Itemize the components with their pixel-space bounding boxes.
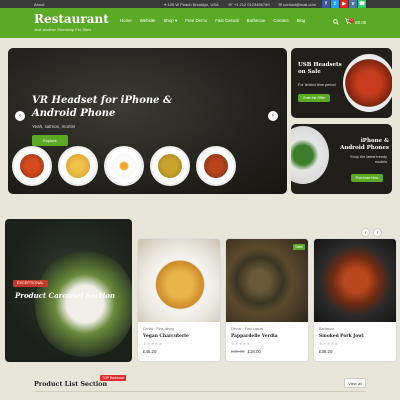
promo-purchase-button[interactable]: Purchase Now [351,174,383,182]
nav-item-website[interactable]: Website [140,18,156,24]
product-category: Dinner · Fast casual [231,327,264,331]
product-price: £28.00 £18.00 [231,349,261,354]
product-card[interactable]: Barbecue Smoked Pork Jowl ★★★★★ £38.20 [313,238,397,362]
nav-item-fast-casual[interactable]: Fast Casual [215,18,238,24]
nav-item-shop-label: Shop [163,18,174,23]
product-image [226,239,308,322]
cart-count-badge: 0 [349,18,354,23]
product-price-current: £18.00 [247,349,261,354]
address-text: 100 W Peach Brooklyn, USA [167,1,219,7]
cart-total: £0.00 [355,20,367,25]
search-icon[interactable] [333,18,339,25]
top-contacts: ⌖ 100 W Peach Brooklyn, USA ☏ +1 212 012… [164,2,316,7]
product-price-current: £45.20 [143,349,157,354]
promo-title: iPhone & Android Phones [340,138,389,151]
site-tagline: Just another Storeship Pro Sites [34,27,92,32]
whatsapp-icon[interactable]: ☎ [358,0,366,8]
hero-subtitle: Yeah, salmon, mortis! [32,124,76,129]
cart-button[interactable]: 0 £0.00 [345,18,366,25]
product-price-old: £28.00 [231,349,245,354]
product-image [314,239,396,322]
product-image [138,239,220,322]
carousel-section-title: Product Carousel Section [15,291,116,300]
twitter-icon[interactable]: t [331,0,339,8]
address-item: ⌖ 100 W Peach Brooklyn, USA [164,2,219,7]
promo-banner-phones[interactable]: iPhone & Android Phones Shop the latest … [291,124,392,194]
hero-plates [12,146,236,186]
nav-item-shop[interactable]: Shop ▾ [164,18,178,24]
featured-dish-image [35,249,132,359]
phone-item[interactable]: ☏ +1 212 0123456789 [228,2,270,7]
product-price-current: £38.20 [319,349,333,354]
promo-dish-image [291,126,329,184]
top-bar: About ⌖ 100 W Peach Brooklyn, USA ☏ +1 2… [0,0,400,8]
plate-image [196,146,236,186]
sale-badge: Sale! [293,244,305,250]
nav-item-free-demo[interactable]: Free Demo [185,18,207,24]
product-price: £45.20 [143,349,156,354]
product-name[interactable]: Vegan Charcuterie [143,334,189,339]
product-rating: ★★★★★ [231,341,251,346]
promo-dish-image [343,54,392,112]
plate-image [150,146,190,186]
about-link[interactable]: About [34,2,44,7]
mail-icon: ✉ [278,1,282,7]
promo-title: USB Headsets on Sale [298,62,342,75]
promo-offer-button[interactable]: Grab the Offer [298,94,330,102]
nav-item-blog[interactable]: Blog [297,18,306,24]
arrow-right-icon[interactable]: › [373,228,382,237]
product-name[interactable]: Smoked Pork Jowl [319,334,364,339]
nav-item-barbecue[interactable]: Barbecue [247,18,266,24]
product-list-badge: TOP Barbecue [100,375,127,381]
arrow-left-icon[interactable]: ‹ [361,228,370,237]
product-card[interactable]: Sale! Dinner · Fast casual Pappardelle V… [225,238,309,362]
social-links: f t ▶ v ☎ [322,0,366,8]
site-logo[interactable]: Restaurant [34,12,109,26]
plate-image [12,146,52,186]
product-rating: ★★★★★ [143,341,163,346]
phone-text: +1 212 0123456789 [233,1,270,7]
youtube-icon[interactable]: ▶ [340,0,348,8]
chevron-down-icon: ▾ [175,18,178,23]
nav-item-home[interactable]: Home [120,18,132,24]
arrow-right-icon[interactable]: › [268,111,278,121]
product-card[interactable]: Drinks · Fine-dining Vegan Charcuterie ★… [137,238,221,362]
product-name[interactable]: Pappardelle Verdia [231,334,278,339]
location-icon: ⌖ [164,1,167,7]
plate-image [58,146,98,186]
arrow-left-icon[interactable]: ‹ [15,111,25,121]
hero-title: VR Headset for iPhone & Android Phone [32,95,173,119]
product-category: Barbecue [319,327,335,331]
plate-image [104,146,144,186]
promo-text: For limited time period [298,83,336,87]
header-tools: 0 £0.00 [333,18,366,25]
facebook-icon[interactable]: f [322,0,330,8]
promo-banner-headsets[interactable]: USB Headsets on Sale For limited time pe… [291,48,392,118]
site-header: Restaurant Just another Storeship Pro Si… [0,8,400,38]
product-price: £38.20 [319,349,332,354]
email-text: contact@mail.com [283,1,316,7]
main-nav: Home Website Shop ▾ Free Demo Fast Casua… [120,18,305,24]
vk-icon[interactable]: v [349,0,357,8]
product-rating: ★★★★★ [319,341,339,346]
featured-badge: EXCEPTIONAL [13,280,48,287]
phone-icon: ☏ [227,1,233,7]
product-list-title: Product List Section [34,380,108,388]
view-all-button[interactable]: View all [344,378,366,388]
promo-text: Shop the latest trendy models [350,155,387,164]
section-divider [34,391,366,392]
email-item[interactable]: ✉ contact@mail.com [279,2,316,7]
product-category: Drinks · Fine-dining [143,327,175,331]
hero-explore-button[interactable]: Explore [32,135,68,146]
nav-item-contact[interactable]: Contact [273,18,288,24]
